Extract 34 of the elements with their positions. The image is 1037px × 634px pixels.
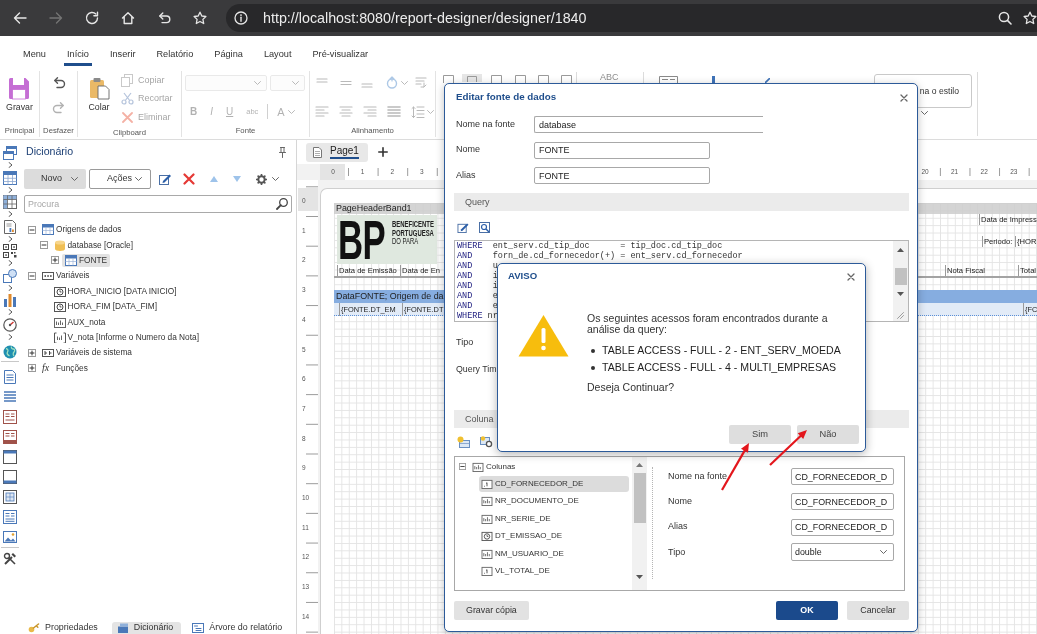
code-line: AND i: [457, 271, 498, 281]
code-line: WHERE nr: [457, 311, 498, 321]
function-symbol: fx: [42, 363, 51, 374]
message-text: Os seguintes acessos foram encontrados durante a análise da query:: [587, 313, 829, 335]
field-label: Nome na fonte: [668, 469, 729, 483]
logo-mark: BP: [338, 218, 385, 262]
code-line: WHERE ent_serv.cd_tip_doc = tip_doc.cd_tip_doc: [457, 241, 723, 251]
field-label: Alias: [456, 168, 477, 182]
field-label: Nome: [456, 143, 481, 157]
field-label: Alias: [668, 520, 689, 534]
code-line: AND u: [457, 261, 498, 271]
dialog-title: Editar fonte de dados: [456, 90, 557, 105]
field-label: Tipo: [456, 336, 474, 348]
band-title: DataFONTE; Origem de da: [334, 290, 445, 303]
logo-text: DO PARÁ: [392, 237, 419, 245]
question-text: Deseja Continuar?: [587, 382, 674, 393]
field-label: Nome na fonte: [456, 117, 517, 131]
url-text: http://localhost:8080/report-designer/designer/1840: [263, 10, 588, 26]
style-sample: ABC: [600, 73, 619, 82]
code-line: AND i: [457, 281, 498, 291]
logo-text: PORTUGUESA: [392, 228, 434, 237]
field-label: Nome: [668, 495, 693, 509]
code-line: AND e: [457, 301, 498, 311]
panel-title: Dicionário: [26, 144, 74, 160]
code-line: AND e: [457, 291, 498, 301]
field-label: Tipo: [668, 545, 687, 559]
logo-text: BENEFICENTE: [392, 220, 434, 228]
band-title: PageHeaderBand1: [334, 203, 445, 214]
code-line: AND forn_de.cd_fornecedor(+) = ent_serv.cd_fornecedor: [457, 251, 743, 261]
list-item-text: TABLE ACCESS - FULL - 2 - ENT_SERV_MOEDA: [602, 342, 841, 358]
dialog-title: AVISO: [508, 269, 538, 284]
list-item-text: TABLE ACCESS - FULL - 4 - MULTI_EMPRESAS: [602, 359, 837, 375]
section-header: Query: [454, 193, 909, 211]
field-label: Query Tim: [456, 363, 497, 375]
